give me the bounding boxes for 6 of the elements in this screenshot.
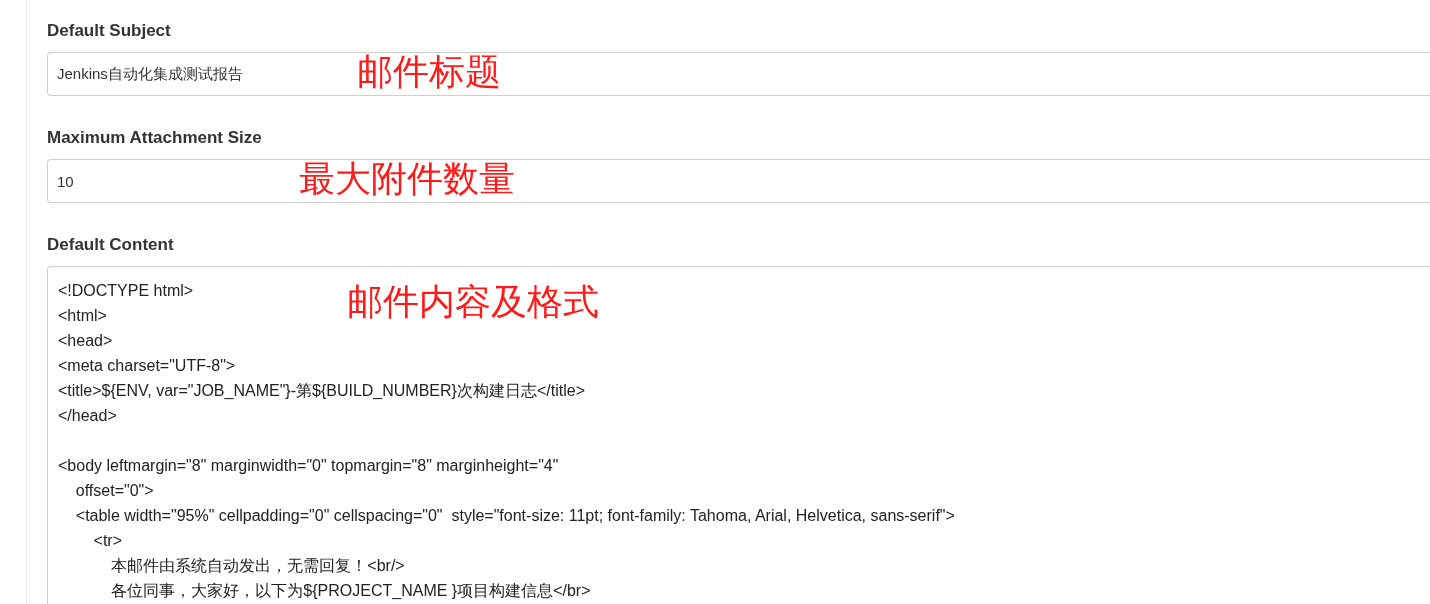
annotation-text: 邮件内容及格式 bbox=[347, 284, 599, 320]
field-label: Default Content bbox=[47, 234, 175, 256]
annotation-text: 邮件标题 bbox=[357, 54, 501, 90]
field-label: Maximum Attachment Size bbox=[47, 127, 263, 149]
field-label: Default Subject bbox=[47, 20, 172, 42]
annotation-text: 最大附件数量 bbox=[299, 161, 515, 197]
